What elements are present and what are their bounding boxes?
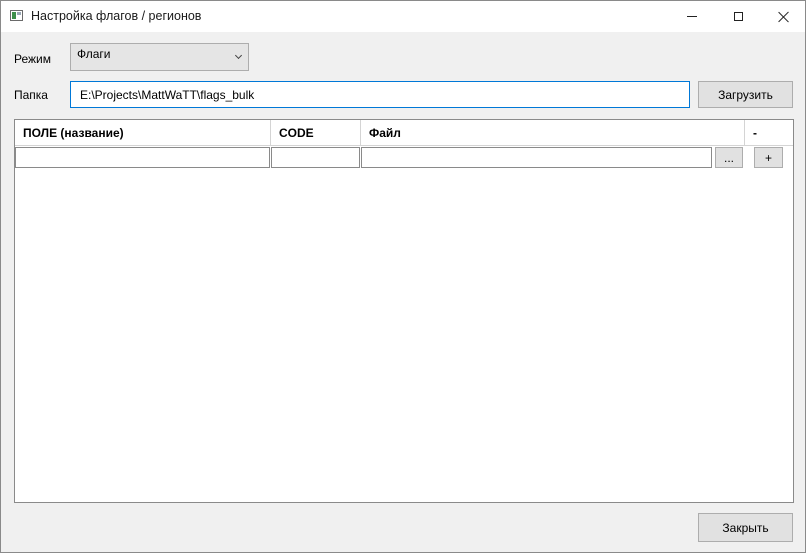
folder-path-field[interactable] bbox=[70, 81, 690, 108]
column-header-remove[interactable]: - bbox=[745, 120, 793, 145]
close-icon bbox=[778, 11, 790, 23]
maximize-icon bbox=[733, 12, 743, 21]
flags-grid: ПОЛЕ (название) CODE Файл - ... + bbox=[14, 119, 794, 503]
browse-file-button[interactable]: ... bbox=[715, 147, 743, 168]
column-header-file[interactable]: Файл bbox=[361, 120, 745, 145]
new-row-file-cell[interactable] bbox=[361, 147, 712, 168]
mode-selected-value: Флаги bbox=[77, 47, 111, 61]
new-row-field-input[interactable] bbox=[16, 148, 269, 167]
new-row-code-input[interactable] bbox=[272, 148, 359, 167]
mode-label: Режим bbox=[14, 52, 51, 66]
dialog-window: Настройка флагов / регионов Режим Флаги … bbox=[0, 0, 806, 553]
column-header-code[interactable]: CODE bbox=[271, 120, 361, 145]
new-row-field-cell[interactable] bbox=[15, 147, 270, 168]
new-row-code-cell[interactable] bbox=[271, 147, 360, 168]
minimize-button[interactable] bbox=[669, 1, 715, 32]
new-row-file-input[interactable] bbox=[362, 148, 711, 167]
close-button[interactable]: Закрыть bbox=[698, 513, 793, 542]
window-title: Настройка флагов / регионов bbox=[31, 9, 202, 23]
maximize-button[interactable] bbox=[715, 1, 761, 32]
close-window-button[interactable] bbox=[761, 1, 806, 32]
add-row-button[interactable]: + bbox=[754, 147, 783, 168]
mode-combobox[interactable]: Флаги bbox=[70, 43, 249, 71]
folder-path-input[interactable] bbox=[80, 83, 680, 106]
folder-label: Папка bbox=[14, 88, 48, 102]
title-bar[interactable]: Настройка флагов / регионов bbox=[1, 1, 805, 32]
chevron-down-icon bbox=[234, 51, 243, 60]
grid-header: ПОЛЕ (название) CODE Файл - bbox=[15, 120, 793, 146]
load-button[interactable]: Загрузить bbox=[698, 81, 793, 108]
app-icon bbox=[10, 10, 23, 21]
column-header-field[interactable]: ПОЛЕ (название) bbox=[15, 120, 271, 145]
minimize-icon bbox=[687, 16, 697, 17]
